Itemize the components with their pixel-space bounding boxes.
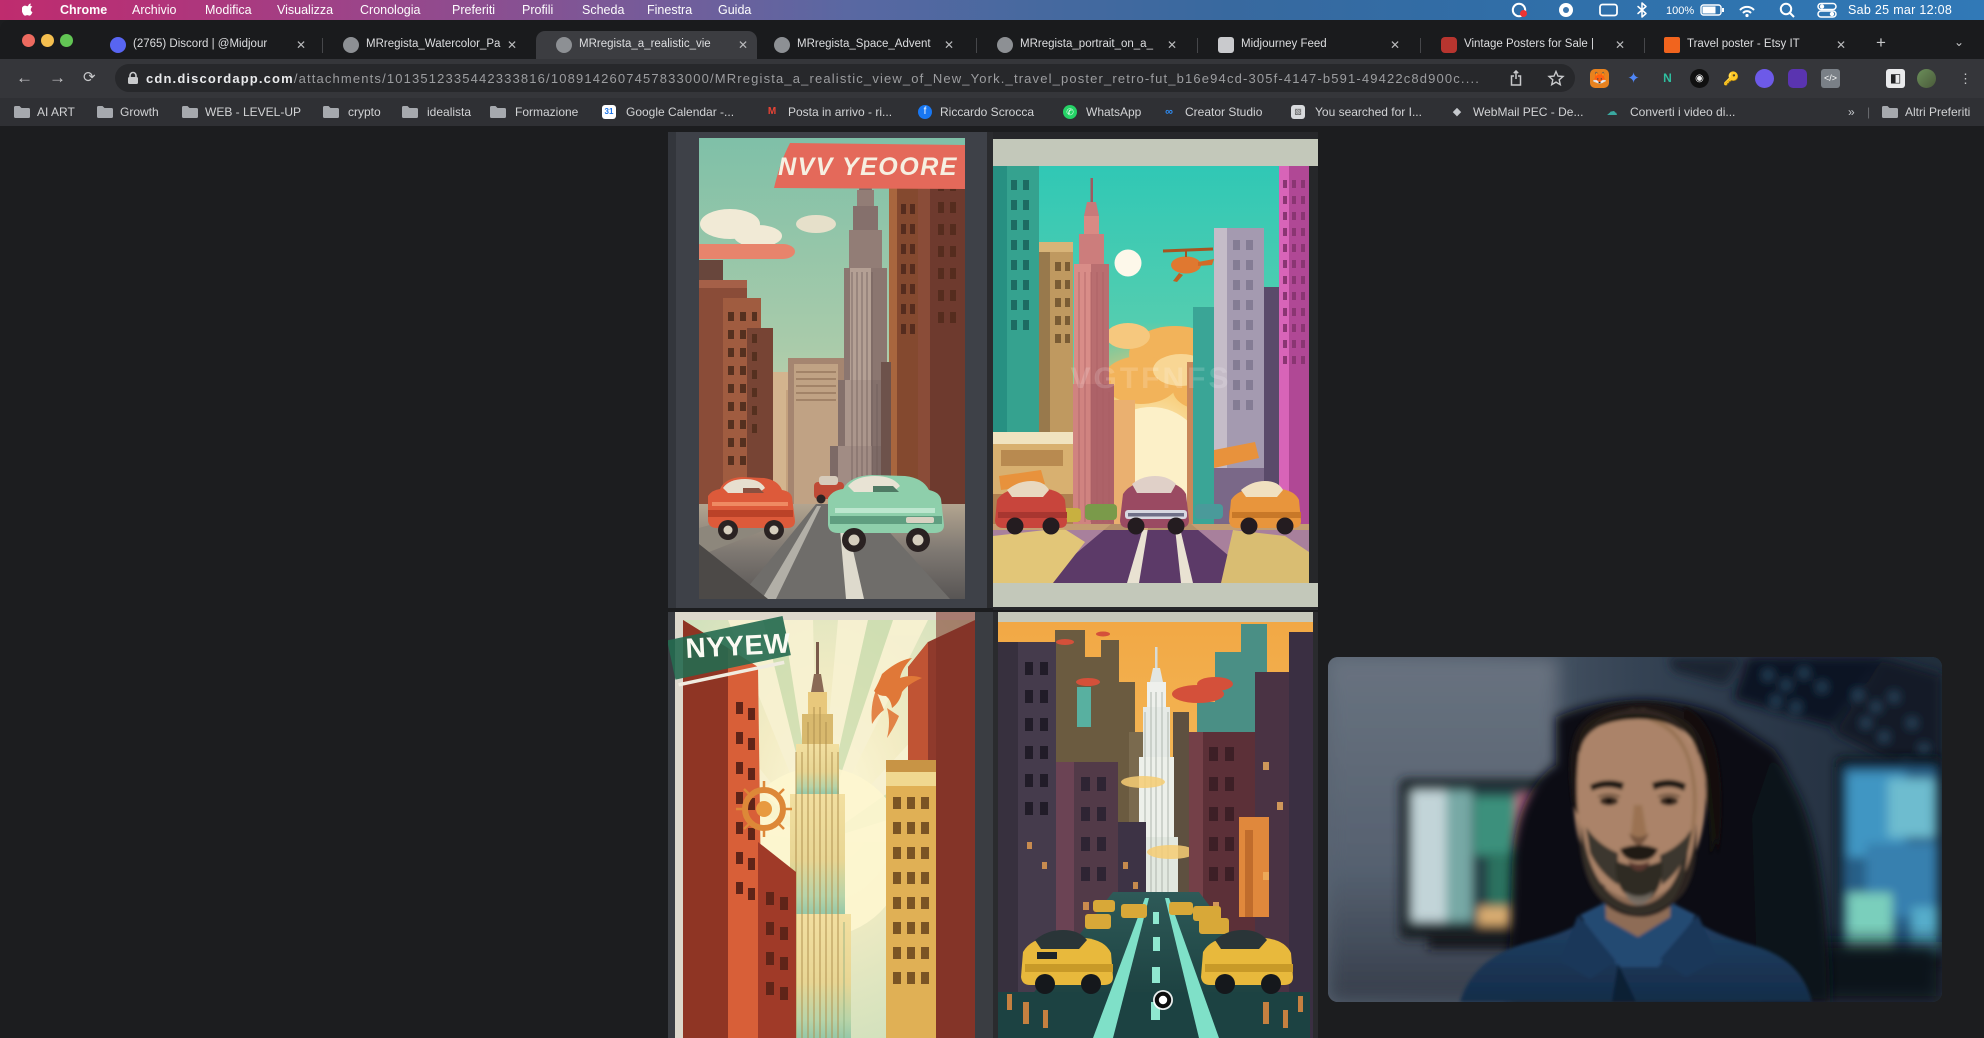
svg-text:100%: 100% [1666,5,1694,17]
svg-text:NVV YEOORE: NVV YEOORE [778,153,958,181]
svg-text:VGTFNFS: VGTFNFS [1071,362,1232,395]
svg-text:NYYEW: NYYEW [685,628,792,664]
